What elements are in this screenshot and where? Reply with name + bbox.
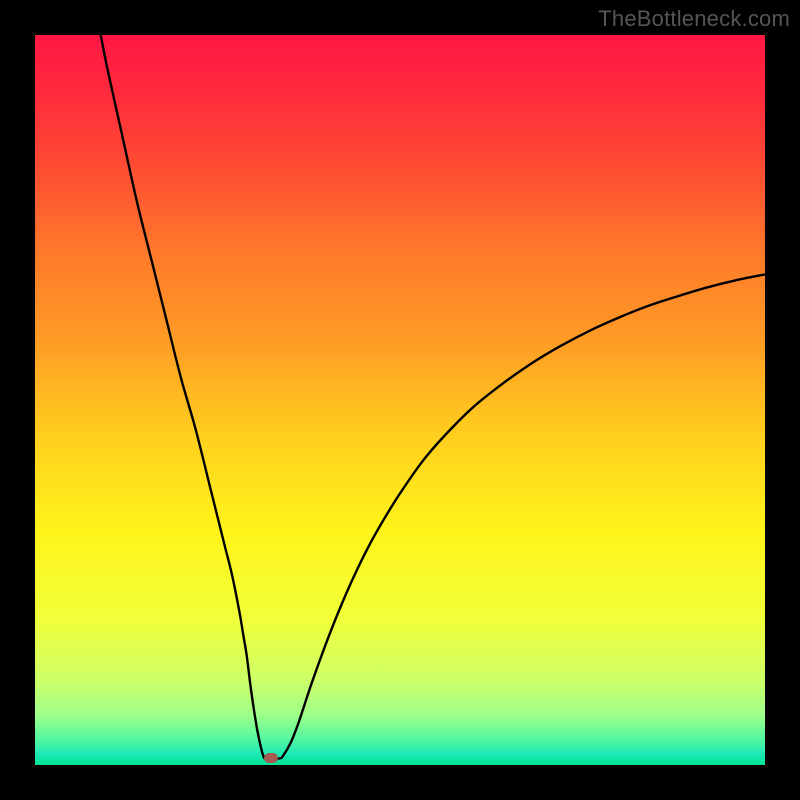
gradient-bg [35,35,765,765]
chart-svg [35,35,765,765]
chart-frame: TheBottleneck.com [0,0,800,800]
optimal-point-marker [264,753,278,763]
plot-area [35,35,765,765]
watermark-text: TheBottleneck.com [598,6,790,32]
